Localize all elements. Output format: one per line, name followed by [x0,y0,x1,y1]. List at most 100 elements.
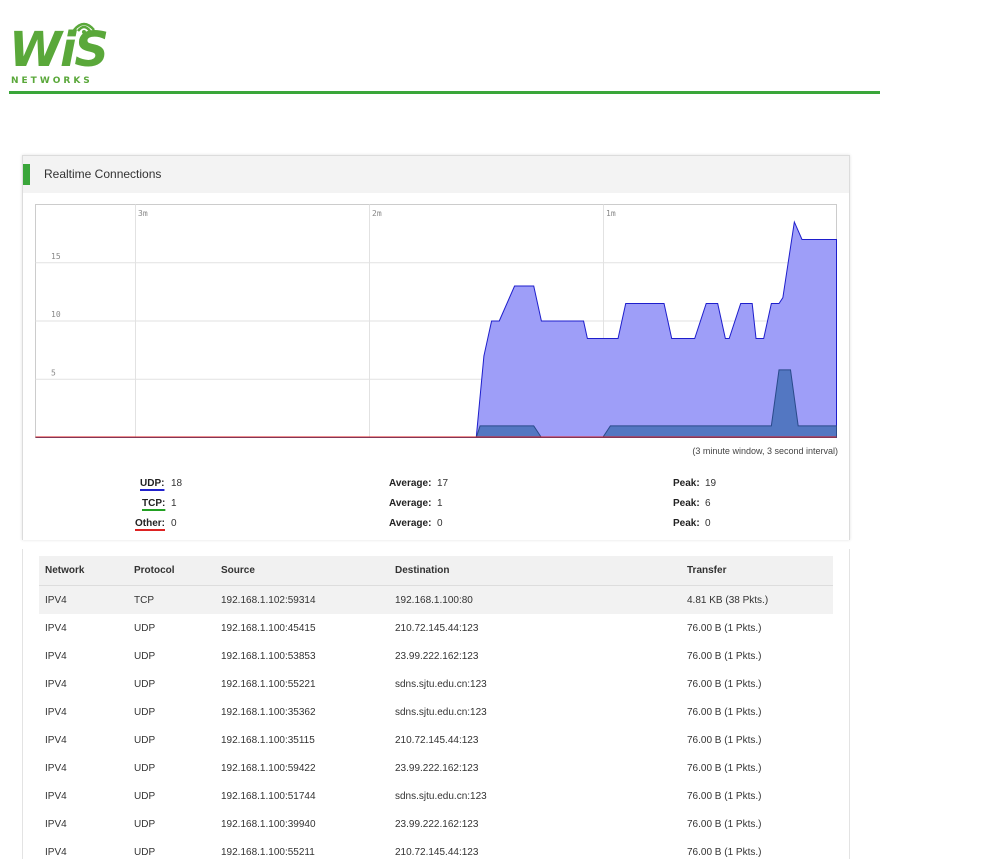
y-tick-label: 5 [51,368,56,377]
connections-table: Network Protocol Source Destination Tran… [39,556,833,866]
tcp-average: 1 [437,498,443,509]
wifi-icon [73,22,95,34]
cell-network: IPV4 [45,818,67,830]
cell-transfer: 76.00 B (1 Pkts.) [687,846,762,858]
x-tick-label: 3m [138,209,148,218]
brand-subtitle: NETWORKS [11,76,93,86]
other-average: 0 [437,518,443,529]
panel-title: Realtime Connections [44,167,162,181]
cell-protocol: UDP [134,734,156,746]
table-row[interactable]: IPV4 UDP 192.168.1.100:55211 210.72.145.44:… [39,838,833,866]
cell-network: IPV4 [45,846,67,858]
cell-source: 192.168.1.100:45415 [221,622,316,634]
column-header-protocol: Protocol [128,556,215,586]
cell-protocol: TCP [128,585,215,614]
cell-protocol: UDP [134,706,156,718]
cell-transfer: 76.00 B (1 Pkts.) [687,706,762,718]
table-row[interactable]: IPV4 TCP 192.168.1.102:59314 192.168.1.100:… [39,585,833,614]
cell-protocol: UDP [134,622,156,634]
table-row[interactable]: IPV4 UDP 192.168.1.100:39940 23.99.222.162:… [39,810,833,838]
cell-network: IPV4 [39,585,128,614]
panel-accent-bar [23,164,30,185]
cell-protocol: UDP [134,762,156,774]
cell-source: 192.168.1.102:59314 [215,585,389,614]
cell-transfer: 76.00 B (1 Pkts.) [687,762,762,774]
table-row[interactable]: IPV4 UDP 192.168.1.100:35115 210.72.145.44:… [39,726,833,754]
column-header-destination: Destination [389,556,681,586]
cell-destination: sdns.sjtu.edu.cn:123 [395,678,487,690]
cell-source: 192.168.1.100:35362 [221,706,316,718]
udp-current: 18 [171,478,183,489]
table-row[interactable]: IPV4 UDP 192.168.1.100:51744 sdns.sjtu.edu.… [39,782,833,810]
column-header-source: Source [215,556,389,586]
cell-source: 192.168.1.100:59422 [221,762,316,774]
cell-network: IPV4 [45,734,67,746]
x-tick-label: 2m [372,209,382,218]
cell-transfer: 76.00 B (1 Pkts.) [687,650,762,662]
other-average-label: Average: [389,518,432,529]
cell-network: IPV4 [45,622,67,634]
cell-transfer: 76.00 B (1 Pkts.) [687,790,762,802]
cell-destination: sdns.sjtu.edu.cn:123 [395,790,487,802]
y-tick-label: 15 [51,252,61,261]
chart-note: (3 minute window, 3 second interval) [692,446,838,456]
tcp-label: TCP: [142,498,166,509]
x-tick-label: 1m [606,209,616,218]
connections-table-container: Network Protocol Source Destination Tran… [22,549,850,859]
table-header-row: Network Protocol Source Destination Tran… [39,556,833,586]
udp-average: 17 [437,478,449,489]
cell-network: IPV4 [45,762,67,774]
cell-transfer: 76.00 B (1 Pkts.) [687,818,762,830]
cell-source: 192.168.1.100:51744 [221,790,316,802]
cell-network: IPV4 [45,678,67,690]
cell-protocol: UDP [134,790,156,802]
cell-transfer: 76.00 B (1 Pkts.) [687,622,762,634]
udp-peak: 19 [705,478,717,489]
header-divider [9,91,880,94]
column-header-network: Network [39,556,128,586]
cell-protocol: UDP [134,678,156,690]
cell-destination: 23.99.222.162:123 [395,650,479,662]
column-header-transfer: Transfer [681,556,833,586]
cell-destination: 23.99.222.162:123 [395,762,479,774]
cell-source: 192.168.1.100:55211 [221,846,315,858]
udp-average-label: Average: [389,478,432,489]
cell-protocol: UDP [134,818,156,830]
udp-label: UDP: [140,478,165,489]
cell-source: 192.168.1.100:55221 [221,678,316,690]
table-row[interactable]: IPV4 UDP 192.168.1.100:59422 23.99.222.162:… [39,754,833,782]
cell-network: IPV4 [45,790,67,802]
cell-transfer: 76.00 B (1 Pkts.) [687,678,762,690]
tcp-current: 1 [171,498,177,509]
other-peak: 0 [705,518,711,529]
brand-logo: WiS NETWORKS [9,14,109,88]
y-tick-label: 10 [51,310,61,319]
cell-source: 192.168.1.100:35115 [221,734,315,746]
table-row[interactable]: IPV4 UDP 192.168.1.100:55221 sdns.sjtu.edu.… [39,670,833,698]
tcp-peak-label: Peak: [673,498,700,509]
cell-destination: 23.99.222.162:123 [395,818,479,830]
cell-source: 192.168.1.100:53853 [221,650,316,662]
table-row[interactable]: IPV4 UDP 192.168.1.100:35362 sdns.sjtu.edu.… [39,698,833,726]
cell-destination: 210.72.145.44:123 [395,734,479,746]
connections-chart: 15 10 5 3m 2m 1m [35,204,837,438]
cell-network: IPV4 [45,706,67,718]
cell-destination: sdns.sjtu.edu.cn:123 [395,706,487,718]
cell-destination: 192.168.1.100:80 [389,585,681,614]
udp-peak-label: Peak: [673,478,700,489]
panel-header: Realtime Connections [23,156,849,193]
cell-transfer: 76.00 B (1 Pkts.) [687,734,762,746]
table-row[interactable]: IPV4 UDP 192.168.1.100:53853 23.99.222.162:… [39,642,833,670]
other-label: Other: [135,518,165,529]
tcp-peak: 6 [705,498,711,509]
cell-transfer: 4.81 KB (38 Pkts.) [681,585,833,614]
cell-destination: 210.72.145.44:123 [395,622,479,634]
cell-network: IPV4 [45,650,67,662]
tcp-average-label: Average: [389,498,432,509]
cell-source: 192.168.1.100:39940 [221,818,316,830]
cell-destination: 210.72.145.44:123 [395,846,479,858]
cell-protocol: UDP [134,650,156,662]
other-current: 0 [171,518,177,529]
other-peak-label: Peak: [673,518,700,529]
table-row[interactable]: IPV4 UDP 192.168.1.100:45415 210.72.145.44:… [39,614,833,642]
